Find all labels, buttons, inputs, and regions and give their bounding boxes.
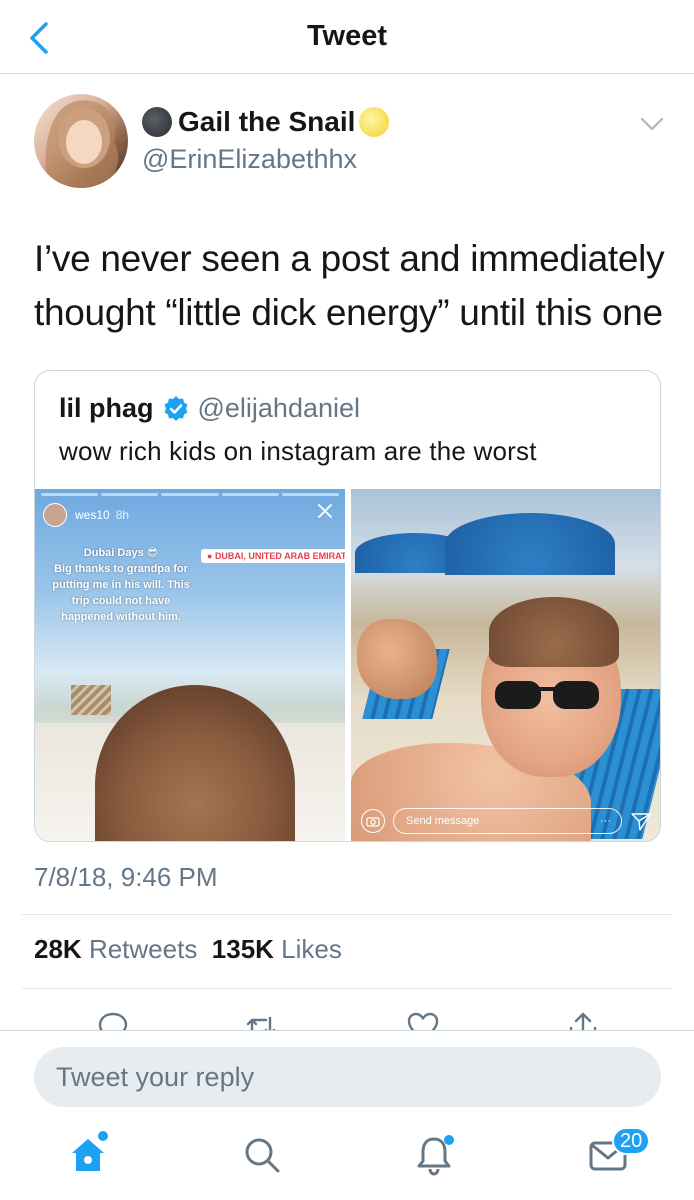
quoted-tweet[interactable]: lil phag @elijahdaniel wow rich kids on … <box>34 370 661 842</box>
share-button[interactable] <box>566 1010 600 1032</box>
camera-icon <box>361 809 385 833</box>
tab-search[interactable] <box>238 1131 286 1179</box>
new-moon-emoji-icon <box>142 107 172 137</box>
boy-head <box>95 685 295 841</box>
beach-umbrella <box>445 513 615 575</box>
story-user: wes10 8h <box>43 503 129 527</box>
reply-placeholder: Tweet your reply <box>56 1061 255 1092</box>
story-caption: Dubai Days 😎 Big thanks to grandpa for p… <box>47 545 195 625</box>
quoted-tweet-text: wow rich kids on instagram are the worst <box>59 436 537 466</box>
quoted-photo-left[interactable]: wes10 8h Dubai Days 😎 Big thanks to gran… <box>35 489 345 841</box>
divider <box>22 914 672 915</box>
like-button[interactable] <box>406 1010 440 1032</box>
story-avatar <box>43 503 67 527</box>
tab-home[interactable] <box>64 1131 112 1179</box>
send-icon <box>631 813 651 831</box>
page-title: Tweet <box>306 20 388 52</box>
story-progress-bars <box>41 493 340 496</box>
reply-button[interactable] <box>96 1010 130 1032</box>
chevron-down-icon <box>640 117 664 131</box>
tweet-stats: 28K Retweets 135K Likes <box>34 934 342 965</box>
bottom-panel: Tweet your reply 20 <box>0 1030 694 1200</box>
share-icon <box>569 1012 597 1032</box>
avatar-photo <box>45 100 119 188</box>
send-message-field: Send message ··· <box>393 808 622 834</box>
quoted-author-handle: @elijahdaniel <box>197 393 361 423</box>
tab-notifications[interactable] <box>410 1131 458 1179</box>
author-display-name: Gail the Snail <box>142 104 395 140</box>
more-icon: ··· <box>600 815 611 827</box>
quoted-author-name: lil phag <box>59 393 154 423</box>
retweets-count[interactable]: 28K <box>34 934 82 964</box>
likes-label[interactable]: Likes <box>281 934 342 964</box>
author-info[interactable]: Gail the Snail @ErinElizabethhx <box>142 104 395 176</box>
person-sunbathing <box>357 619 437 699</box>
tweet-timestamp: 7/8/18, 9:46 PM <box>34 862 218 892</box>
quoted-photo-right[interactable]: Send message ··· <box>351 489 660 841</box>
author-avatar[interactable] <box>34 94 128 188</box>
divider <box>22 988 672 989</box>
story-caption-title: Dubai Days 😎 <box>83 547 159 559</box>
location-sticker: ● DUBAI, UNITED ARAB EMIRATES <box>201 549 345 563</box>
top-nav-bar: Tweet <box>0 0 694 74</box>
retweet-button[interactable] <box>244 1010 278 1032</box>
retweets-label[interactable]: Retweets <box>89 934 197 964</box>
close-icon <box>318 504 332 518</box>
like-icon <box>407 1012 439 1032</box>
story-reply-bar: Send message ··· <box>361 807 652 835</box>
tweet-options-button[interactable] <box>638 114 666 134</box>
messages-badge: 20 <box>612 1127 651 1155</box>
location-text: DUBAI, UNITED ARAB EMIRATES <box>214 551 345 561</box>
reply-input[interactable]: Tweet your reply <box>34 1047 661 1107</box>
story-time: 8h <box>115 508 130 522</box>
retweet-icon <box>246 1016 276 1032</box>
sunglasses <box>495 681 599 709</box>
beach-stairs <box>71 685 111 715</box>
reply-icon <box>98 1012 128 1032</box>
home-unread-dot <box>98 1131 108 1141</box>
search-icon <box>245 1138 280 1173</box>
story-caption-body: Big thanks to grandpa for putting me in … <box>52 563 190 623</box>
author-name-text: Gail the Snail <box>178 106 356 137</box>
full-moon-face-emoji-icon <box>359 107 390 137</box>
notifications-unread-dot <box>444 1135 454 1145</box>
boy-hair <box>489 597 619 667</box>
story-username: wes10 <box>75 508 110 522</box>
author-handle: @ErinElizabethhx <box>142 144 358 174</box>
tweet-action-bar <box>0 1002 694 1032</box>
tweet-text: I’ve never seen a post and immediately t… <box>34 238 665 333</box>
likes-count[interactable]: 135K <box>212 934 274 964</box>
verified-icon <box>164 395 187 421</box>
send-message-placeholder: Send message <box>406 815 480 827</box>
quoted-tweet-header: lil phag @elijahdaniel <box>59 393 360 424</box>
